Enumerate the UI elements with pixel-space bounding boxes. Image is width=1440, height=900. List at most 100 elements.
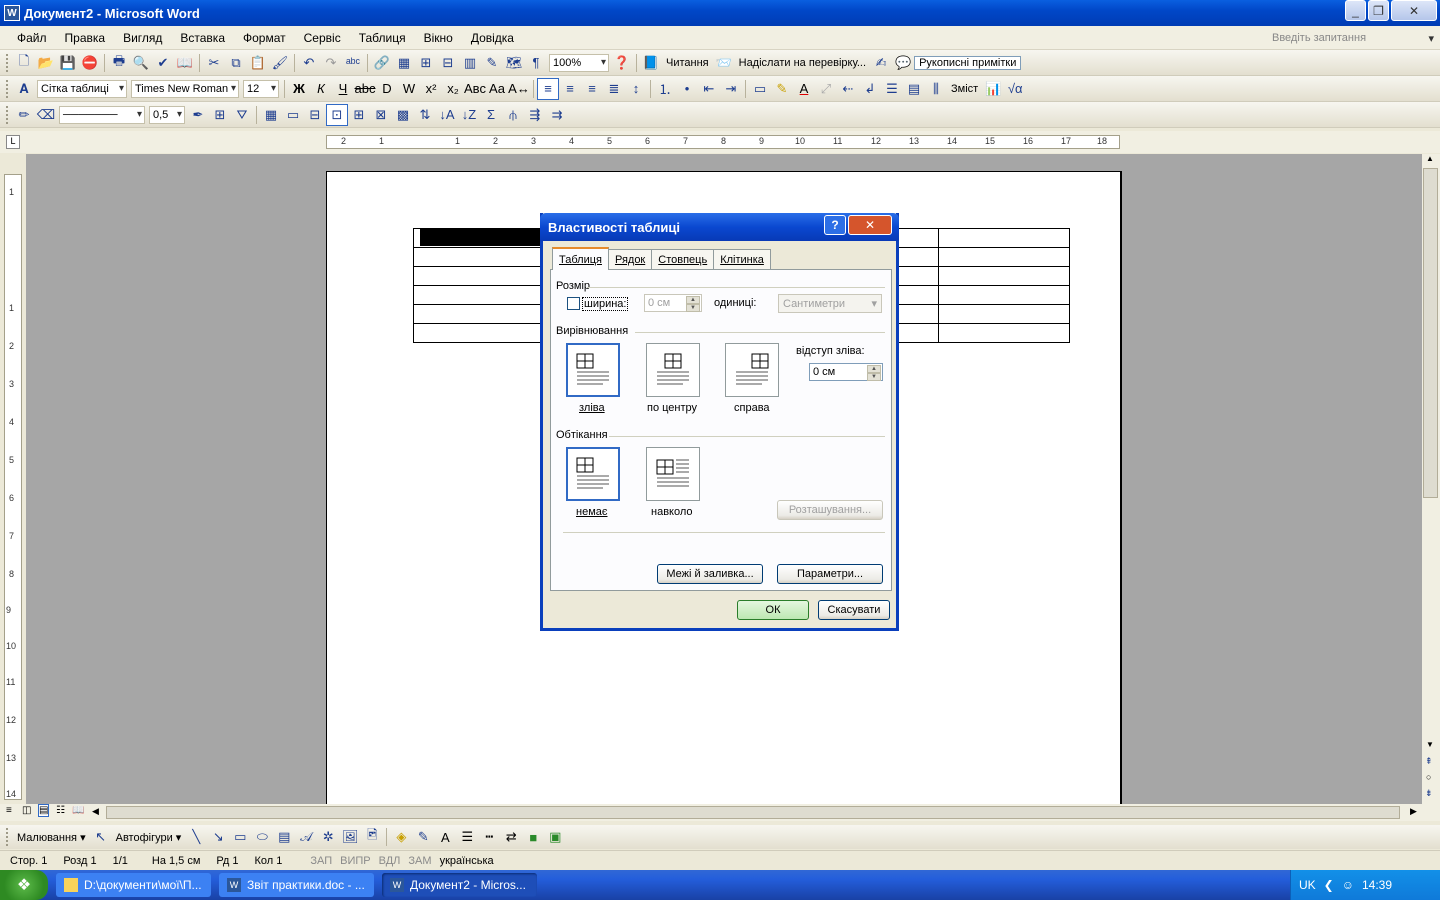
ok-button[interactable]: ОК xyxy=(737,600,809,620)
highlight-icon[interactable]: ✎ xyxy=(771,78,793,100)
shading-color-icon[interactable]: ⛛ xyxy=(231,104,253,126)
redo-icon[interactable]: ↷ xyxy=(320,52,342,74)
select-objects-icon[interactable]: ↖ xyxy=(90,826,112,848)
toolbar-grip[interactable] xyxy=(6,828,9,846)
wavy-underline-icon[interactable]: W xyxy=(398,78,420,100)
line-color-icon[interactable]: ✎ xyxy=(412,826,434,848)
ink-annotations-icon[interactable]: ✍ xyxy=(870,52,892,74)
menu-window[interactable]: Вікно xyxy=(415,31,462,45)
start-button[interactable]: ❖ xyxy=(0,870,48,900)
send-review-icon[interactable]: 📨 xyxy=(713,52,735,74)
italic-icon[interactable]: К xyxy=(310,78,332,100)
prev-page-icon[interactable]: ⇞ xyxy=(1425,756,1433,767)
spelling-icon[interactable]: ✔ xyxy=(152,52,174,74)
read-icon[interactable]: 📘 xyxy=(640,52,662,74)
chart-icon[interactable]: 📊 xyxy=(982,78,1004,100)
align-center-icon[interactable]: ≡ xyxy=(559,78,581,100)
borders-shading-button[interactable]: Межі й заливка... xyxy=(657,564,763,584)
task-document2[interactable]: W Документ2 - Micros... xyxy=(382,873,537,897)
table-cell[interactable] xyxy=(412,304,544,324)
scroll-left-icon[interactable]: ◀ xyxy=(92,806,99,817)
menu-file[interactable]: Файл xyxy=(8,31,56,45)
align-left-icon[interactable]: ≡ xyxy=(537,77,559,100)
clock[interactable]: 14:39 xyxy=(1362,878,1392,892)
permission-icon[interactable]: ⛔ xyxy=(79,52,101,74)
status-rec[interactable]: ЗАП xyxy=(310,855,332,867)
task-report-doc[interactable]: W Звіт практики.doc - ... xyxy=(219,873,374,897)
show-hide-icon[interactable]: ¶ xyxy=(525,52,547,74)
web-view-icon[interactable]: ◫ xyxy=(22,805,31,816)
font-color-icon[interactable]: A xyxy=(793,78,815,100)
align-right-icon[interactable]: ≡ xyxy=(581,78,603,100)
copy-icon[interactable]: ⧉ xyxy=(225,52,247,74)
justify-icon[interactable]: ≣ xyxy=(603,78,625,100)
distribute-columns-icon[interactable]: ⊠ xyxy=(370,104,392,126)
styles-icon[interactable]: 𝐀 xyxy=(13,78,35,100)
toolbar-grip[interactable] xyxy=(6,105,9,124)
restore-button[interactable]: ❐ xyxy=(1368,0,1389,21)
sort-descending-icon[interactable]: ↓Z xyxy=(458,104,480,126)
preferred-width-checkbox[interactable] xyxy=(567,297,580,310)
print-view-icon[interactable]: ▤ xyxy=(38,804,50,817)
options-button[interactable]: Параметри... xyxy=(777,564,883,584)
close-window-button[interactable]: ✕ xyxy=(1391,0,1437,21)
borders-icon[interactable]: ▭ xyxy=(749,78,771,100)
outline-view-icon[interactable]: ☷ xyxy=(56,805,65,816)
read-button[interactable]: Читання xyxy=(662,57,713,69)
table-cell[interactable] xyxy=(412,285,544,305)
table-grid-icon[interactable]: ▤ xyxy=(903,78,925,100)
spin-up-icon[interactable]: ▲ xyxy=(686,296,700,304)
hyperlink-icon[interactable]: 🔗 xyxy=(371,52,393,74)
split-table-icon[interactable]: ⫛ xyxy=(502,104,524,126)
font-combo[interactable]: Times New Roman xyxy=(131,79,239,98)
table-props-icon[interactable]: ⇶ xyxy=(524,104,546,126)
dialog-close-button[interactable]: ✕ xyxy=(848,215,892,235)
toc-button[interactable]: Зміст xyxy=(947,83,982,95)
font-spacing-icon[interactable]: A↔ xyxy=(508,78,530,100)
columns-layout-icon[interactable]: ⫼ xyxy=(925,78,947,100)
language-indicator[interactable]: UK xyxy=(1299,878,1316,892)
units-select[interactable]: Сантиметри xyxy=(778,294,882,313)
bold-icon[interactable]: Ж xyxy=(288,78,310,100)
tables-borders-icon[interactable]: ▦ xyxy=(393,52,415,74)
cancel-button[interactable]: Скасувати xyxy=(818,600,890,620)
undo-icon[interactable]: ↶ xyxy=(298,52,320,74)
table-autoformat-icon[interactable]: ▩ xyxy=(392,104,414,126)
menu-format[interactable]: Формат xyxy=(234,31,295,45)
ink-comment-icon[interactable]: 💬 xyxy=(892,52,914,74)
insert-excel-icon[interactable]: ⊟ xyxy=(437,52,459,74)
status-overtype[interactable]: ЗАМ xyxy=(408,855,431,867)
font-size-combo[interactable]: 12 xyxy=(243,79,279,98)
scroll-right-icon[interactable]: ▶ xyxy=(1410,806,1417,817)
wordart-icon[interactable]: 𝒜 xyxy=(295,826,317,848)
select-browse-object-icon[interactable]: ○ xyxy=(1426,772,1431,782)
increase-indent-icon[interactable]: ⇥ xyxy=(720,78,742,100)
reading-view-icon[interactable]: 📖 xyxy=(72,805,84,816)
menu-table[interactable]: Таблиця xyxy=(350,31,415,45)
style-combo[interactable]: Сітка таблиці xyxy=(37,79,127,98)
cut-icon[interactable]: ✂ xyxy=(203,52,225,74)
outside-borders-icon[interactable]: ⊞ xyxy=(209,104,231,126)
tab-cell[interactable]: Клітинка xyxy=(713,249,771,270)
menu-insert[interactable]: Вставка xyxy=(171,31,234,45)
draw-font-color-icon[interactable]: A xyxy=(434,826,456,848)
table-cell[interactable] xyxy=(412,323,544,343)
table-cell[interactable] xyxy=(412,247,544,267)
spin-down-icon[interactable]: ▼ xyxy=(686,304,700,312)
positioning-button[interactable]: Розташування... xyxy=(777,500,883,520)
toolbar-grip[interactable] xyxy=(6,53,9,72)
document-map-icon[interactable]: 🗺 xyxy=(503,52,525,74)
wrap-icon[interactable]: ↲ xyxy=(859,78,881,100)
align-right-option[interactable] xyxy=(725,343,779,397)
fill-color-icon[interactable]: ◈ xyxy=(390,826,412,848)
textbox-icon[interactable]: ▤ xyxy=(273,826,295,848)
tab-row[interactable]: Рядок xyxy=(607,249,653,270)
change-case-icon[interactable]: Aa xyxy=(486,78,508,100)
draw-menu-button[interactable]: Малювання ▾ xyxy=(13,831,90,844)
h-scroll-thumb[interactable] xyxy=(106,806,1400,819)
3d-icon[interactable]: ▣ xyxy=(544,826,566,848)
border-color-icon[interactable]: ✒ xyxy=(187,104,209,126)
columns-icon[interactable]: ▥ xyxy=(459,52,481,74)
dash-style-icon[interactable]: ┅ xyxy=(478,826,500,848)
indent-left-spinner[interactable]: 0 см ▲ ▼ xyxy=(809,363,883,381)
